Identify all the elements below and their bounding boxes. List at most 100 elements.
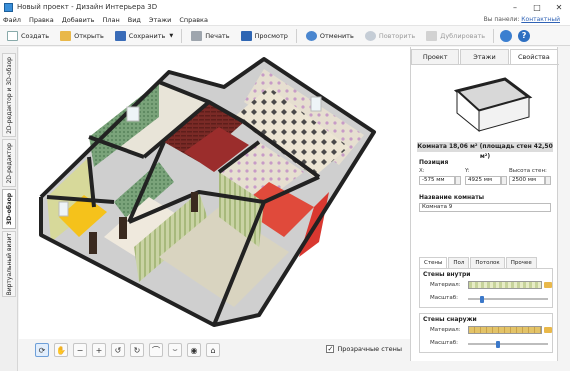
wall-height-spinner[interactable] xyxy=(545,176,551,185)
toolbar-separator xyxy=(181,28,183,43)
inner-scale-slider[interactable] xyxy=(480,296,485,303)
door xyxy=(89,232,97,254)
help-prefix: Вы панели: xyxy=(483,16,520,23)
tab-project[interactable]: Проект xyxy=(411,49,460,64)
pan-hand-icon[interactable]: ✋ xyxy=(54,343,68,357)
room-info-bar: Комната 18,06 м² (площадь стен 42,50 м²) xyxy=(417,142,553,160)
outer-scale-track[interactable] xyxy=(468,343,548,345)
redo-button[interactable]: Повторить xyxy=(362,28,418,44)
save-dropdown-icon[interactable]: ▼ xyxy=(169,33,173,39)
undo-label: Отменить xyxy=(319,31,354,40)
help-panel-text: Вы панели: Контактный xyxy=(484,16,560,23)
x-spinner[interactable] xyxy=(455,176,461,185)
maximize-icon[interactable]: □ xyxy=(526,0,548,14)
save-icon xyxy=(114,30,126,41)
duplicate-icon xyxy=(426,30,438,41)
tab-ceiling[interactable]: Потолок xyxy=(470,257,505,268)
tab-3d-label: 3D-обзор xyxy=(5,193,13,225)
room-preview xyxy=(417,69,553,141)
window xyxy=(58,201,69,217)
door xyxy=(191,192,198,212)
app-window: Новый проект - Дизайн Интерьера 3D – □ ✕… xyxy=(0,0,570,371)
minimize-icon[interactable]: – xyxy=(504,0,526,14)
menu-bar: Файл Правка Добавить План Вид Этажи Спра… xyxy=(0,14,570,26)
wall-height-input[interactable]: 2500 мм xyxy=(509,176,545,185)
room-name-input[interactable]: Комната 9 xyxy=(419,203,551,212)
tab-other[interactable]: Прочее xyxy=(505,257,537,268)
inner-scale-label: Масштаб: xyxy=(430,295,458,301)
menu-view[interactable]: Вид xyxy=(128,16,141,24)
inner-material-swatch[interactable] xyxy=(468,281,542,289)
close-icon[interactable]: ✕ xyxy=(548,0,570,14)
save-button[interactable]: Сохранить ▼ xyxy=(112,28,176,44)
tab-3d[interactable]: 3D-обзор xyxy=(2,189,16,229)
menu-help[interactable]: Справка xyxy=(179,16,208,24)
new-file-icon xyxy=(7,30,18,41)
open-button[interactable]: Открыть xyxy=(57,28,107,44)
tab-floor[interactable]: Пол xyxy=(448,257,470,268)
home-icon[interactable]: ⌂ xyxy=(206,343,220,357)
transparent-walls-checkbox[interactable]: ✓ xyxy=(326,345,335,353)
open-label: Открыть xyxy=(74,31,104,40)
duplicate-button[interactable]: Дублировать xyxy=(423,28,488,44)
side-tabs: 2D-редактор и 3D-обзор 2D-редактор 3D-об… xyxy=(0,47,18,371)
menu-plan[interactable]: План xyxy=(102,16,119,24)
rotate-icon[interactable]: ⟳ xyxy=(35,343,49,357)
tab-walls[interactable]: Стены xyxy=(419,257,448,268)
rotate-left-icon[interactable]: ↺ xyxy=(111,343,125,357)
redo-label: Повторить xyxy=(378,31,416,40)
print-button[interactable]: Печать xyxy=(188,28,232,44)
title-bar: Новый проект - Дизайн Интерьера 3D – □ ✕ xyxy=(0,0,570,14)
transparent-walls-label: Прозрачные стены xyxy=(337,345,402,353)
y-spinner[interactable] xyxy=(501,176,507,185)
3d-floorplan[interactable] xyxy=(19,47,410,339)
outer-folder-icon[interactable] xyxy=(544,327,552,333)
menu-add[interactable]: Добавить xyxy=(62,16,95,24)
duplicate-label: Дублировать xyxy=(440,31,486,40)
redo-icon xyxy=(364,30,376,41)
help-icon[interactable]: ? xyxy=(518,29,531,42)
tilt-up-icon[interactable]: ⌒ xyxy=(149,343,163,357)
print-label: Печать xyxy=(205,31,230,40)
light-icon[interactable]: ◉ xyxy=(187,343,201,357)
outer-scale-slider[interactable] xyxy=(496,341,501,348)
tab-floors[interactable]: Этажи xyxy=(460,49,509,64)
inner-folder-icon[interactable] xyxy=(544,282,552,288)
outer-material-swatch[interactable] xyxy=(468,326,542,334)
tilt-down-icon[interactable]: ⌣ xyxy=(168,343,182,357)
tab-virtual-visit[interactable]: Виртуальный визит xyxy=(2,231,16,297)
inner-walls-box: Стены внутри Материал: Масштаб: xyxy=(419,268,553,308)
tab-2d-3d-label: 2D-редактор и 3D-обзор xyxy=(5,56,13,134)
outer-walls-heading: Стены снаружи xyxy=(423,316,477,323)
outer-walls-box: Стены снаружи Материал: Масштаб: xyxy=(419,313,553,353)
create-label: Создать xyxy=(21,31,50,40)
undo-button[interactable]: Отменить xyxy=(303,28,357,44)
inner-walls-heading: Стены внутри xyxy=(423,271,471,278)
tab-properties[interactable]: Свойства xyxy=(509,49,558,64)
tab-2d-3d[interactable]: 2D-редактор и 3D-обзор xyxy=(2,53,16,137)
zoom-in-icon[interactable]: + xyxy=(92,343,106,357)
menu-file[interactable]: Файл xyxy=(3,16,21,24)
3d-viewport[interactable] xyxy=(19,47,410,339)
y-input[interactable]: 4925 мм xyxy=(465,176,501,185)
room-preview-3d xyxy=(453,77,533,133)
transparent-walls-option[interactable]: ✓ Прозрачные стены xyxy=(326,345,402,353)
rotate-right-icon[interactable]: ↻ xyxy=(130,343,144,357)
door xyxy=(119,217,127,239)
menu-edit[interactable]: Правка xyxy=(29,16,54,24)
preview-button[interactable]: Просмотр xyxy=(238,28,291,44)
printer-icon xyxy=(191,30,203,41)
panel-tabs: Проект Этажи Свойства xyxy=(411,49,559,65)
main-toolbar: Создать Открыть Сохранить ▼ Печать Просм… xyxy=(0,26,570,46)
x-input[interactable]: -575 мм xyxy=(419,176,455,185)
wall-height-label: Высота стен: xyxy=(509,168,547,174)
zoom-out-icon[interactable]: − xyxy=(73,343,87,357)
inner-material-label: Материал: xyxy=(430,282,461,288)
help-contact-link[interactable]: Контактный xyxy=(521,16,560,23)
window xyxy=(310,96,322,112)
create-button[interactable]: Создать xyxy=(4,28,52,44)
gear-icon[interactable] xyxy=(500,29,513,42)
save-label: Сохранить xyxy=(128,31,166,40)
menu-floors[interactable]: Этажи xyxy=(149,16,171,24)
tab-2d[interactable]: 2D-редактор xyxy=(2,139,16,187)
